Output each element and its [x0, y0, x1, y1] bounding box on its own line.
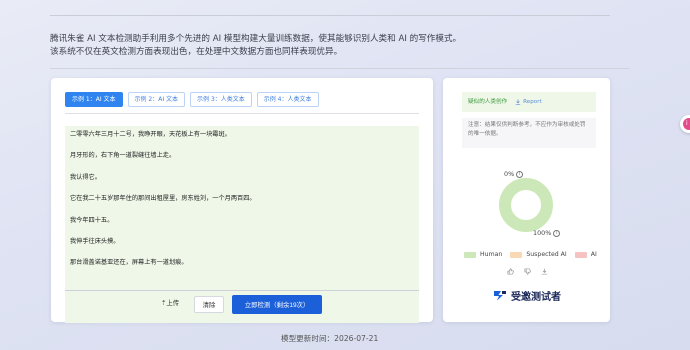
bottom-percent: 100% i — [533, 229, 561, 237]
tab-example-4[interactable]: 示例 4：人类文本 — [256, 92, 319, 107]
brand-label: 受邀测试者 — [511, 292, 561, 303]
assistant-icon-glyph: i — [686, 120, 688, 127]
result-panel: 疑似的人类创作 Report 注意：结果仅供判断参考，不应作为审核或处罚的唯一依… — [443, 78, 610, 322]
action-bar: ⇡上传 清除 立即检测（剩余19次） — [51, 295, 433, 315]
verdict-box: 疑似的人类创作 Report — [462, 92, 596, 112]
text-line: 二零零六年三月十二号，我睁开眼，天花板上有一块霉斑。 — [70, 131, 231, 138]
intro-text: 腾讯朱雀 AI 文本检测助手利用多个先进的 AI 模型构建大量训练数据，使其能够… — [50, 33, 630, 59]
legend-human: Human — [464, 251, 502, 258]
actions-divider — [65, 290, 419, 291]
intro-divider — [50, 68, 630, 69]
model-update-time: 模型更新时间：2026-07-21 — [281, 334, 379, 343]
legend-label-human: Human — [480, 251, 503, 258]
tab-example-2[interactable]: 示例 2：AI 文本 — [127, 92, 186, 107]
brand-logo-icon — [494, 291, 506, 301]
legend-ai: AI — [574, 251, 597, 258]
text-line: 它在我二十五岁那年住的那间出租屋里，房东姓刘，一个月两百四。 — [70, 195, 256, 203]
verdict-label: 疑似的人类创作 — [468, 99, 508, 105]
text-line: 我认得它。 — [70, 173, 101, 181]
tabs-divider — [65, 113, 419, 114]
donut-human-segment — [499, 178, 553, 232]
text-line: 我伸手往床头摸。 — [70, 237, 120, 245]
clear-button[interactable]: 清除 — [194, 296, 224, 313]
input-panel: 示例 1：AI 文本 示例 2：AI 文本 示例 3：人类文本 示例 4：人类文… — [51, 78, 433, 323]
text-input-area[interactable]: 二零零六年三月十二号，我睁开眼，天花板上有一块霉斑。 月牙形的，右下角一道裂缝往… — [65, 126, 419, 323]
info-icon[interactable]: i — [553, 229, 561, 237]
legend-suspected-ai: Suspected AI — [510, 251, 567, 258]
notice-box: 注意：结果仅供判断参考，不应作为审核或处罚的唯一依据。 — [462, 118, 596, 148]
legend-swatch-ai — [574, 251, 587, 258]
tester-badge: 受邀测试者 — [493, 288, 561, 303]
floating-assistant-button[interactable]: i — [680, 115, 690, 133]
tab-example-3[interactable]: 示例 3：人类文本 — [190, 92, 252, 107]
text-line: 月牙形的，右下角一道裂缝往墙上走。 — [70, 152, 176, 160]
upload-button[interactable]: ⇡上传 — [161, 298, 179, 307]
report-link[interactable]: Report — [515, 92, 542, 112]
detect-button[interactable]: 立即检测（剩余19次） — [232, 295, 322, 314]
tab-example-1[interactable]: 示例 1：AI 文本 — [65, 92, 123, 107]
download-icon[interactable] — [541, 268, 548, 275]
text-line: 我今年四十五。 — [70, 216, 114, 224]
thumbs-up-icon[interactable] — [507, 268, 514, 275]
chart-legend: Human Suspected AI AI — [464, 251, 597, 258]
top-divider — [50, 15, 610, 16]
thumbs-down-icon[interactable] — [524, 268, 531, 275]
report-label: Report — [523, 99, 542, 105]
result-donut-chart — [499, 178, 553, 232]
assistant-icon: i — [683, 118, 690, 130]
intro-line-1: 腾讯朱雀 AI 文本检测助手利用多个先进的 AI 模型构建大量训练数据，使其能够… — [50, 34, 462, 44]
bottom-percent-value: 100% — [533, 229, 552, 237]
text-line: 那台滑盖诺基亚还在，屏幕上有一道划痕。 — [70, 259, 188, 267]
example-tabs: 示例 1：AI 文本 示例 2：AI 文本 示例 3：人类文本 示例 4：人类文… — [65, 92, 319, 107]
legend-label-suspected-ai: Suspected AI — [526, 251, 567, 258]
legend-swatch-human — [464, 251, 476, 258]
legend-swatch-suspected-ai — [510, 251, 523, 258]
feedback-bar — [507, 268, 548, 275]
intro-line-2: 该系统不仅在英文检测方面表现出色，在处理中文数据方面也同样表现优异。 — [50, 47, 343, 57]
legend-label-ai: AI — [590, 251, 597, 258]
download-icon — [515, 99, 521, 105]
